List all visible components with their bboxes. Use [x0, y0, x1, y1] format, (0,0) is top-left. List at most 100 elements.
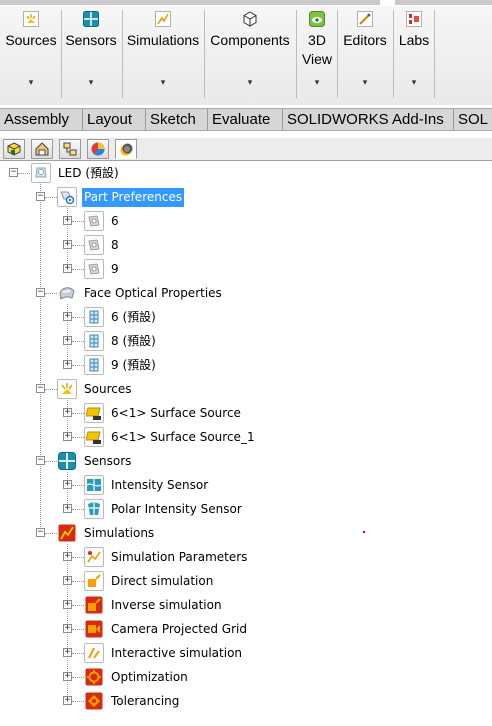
tree-root-label: LED (預設)	[58, 166, 119, 180]
expand-toggle[interactable]: +	[63, 600, 72, 609]
tab-sketch[interactable]: Sketch	[146, 109, 208, 130]
tree-item-label: 6 (預設)	[111, 310, 156, 324]
led-assembly-icon	[31, 163, 51, 183]
expand-toggle[interactable]: +	[63, 216, 72, 225]
ribbon-simulations-button[interactable]: Simulations ▾	[124, 6, 202, 101]
labs-dropdown-arrow[interactable]: ▾	[395, 78, 433, 88]
configuration-manager-tab[interactable]	[59, 139, 81, 159]
expand-toggle[interactable]: +	[63, 264, 72, 273]
tree-item-part-6[interactable]: + 6	[0, 211, 300, 231]
expand-toggle[interactable]: +	[63, 480, 72, 489]
editors-dropdown-arrow[interactable]: ▾	[339, 78, 391, 88]
tree-item-intensity-sensor[interactable]: + Intensity Sensor	[0, 475, 300, 495]
ribbon-labs-button[interactable]: Labs ▾	[395, 6, 433, 101]
tree-item-surface-source[interactable]: + 6<1> Surface Source	[0, 403, 300, 423]
tree-connector	[72, 437, 84, 438]
tree-root-led[interactable]: − LED (預設)	[0, 163, 300, 183]
collapse-toggle[interactable]: −	[36, 288, 45, 297]
expand-toggle[interactable]: +	[63, 576, 72, 585]
expand-toggle[interactable]: +	[63, 240, 72, 249]
tree-item-part-preferences[interactable]: − Part Preferences	[0, 187, 300, 207]
collapse-toggle[interactable]: −	[9, 168, 18, 177]
expand-toggle[interactable]: +	[63, 696, 72, 705]
speos-tree-tab[interactable]	[115, 139, 137, 159]
3d-view-dropdown-arrow[interactable]: ▾	[298, 78, 336, 88]
expand-toggle[interactable]: +	[63, 504, 72, 513]
ribbon-sensors-button[interactable]: Sensors ▾	[63, 6, 119, 101]
tree-connector	[72, 701, 84, 702]
tree-item-label: Intensity Sensor	[111, 478, 209, 492]
tree-item-label: 6	[111, 214, 119, 228]
tab-evaluate[interactable]: Evaluate	[208, 109, 283, 130]
ribbon-editors-button[interactable]: Editors ▾	[339, 6, 391, 101]
tree-item-optimization[interactable]: + Optimization	[0, 667, 300, 687]
tree-item-label: 9 (預設)	[111, 358, 156, 372]
part-icon	[84, 211, 104, 231]
feature-manager-tab[interactable]	[3, 139, 25, 159]
tree-connector	[45, 533, 57, 534]
tree-item-sources[interactable]: − Sources	[0, 379, 300, 399]
expand-toggle[interactable]: +	[63, 408, 72, 417]
tree-item-fop-9[interactable]: + 9 (預設)	[0, 355, 300, 375]
tree-item-simulation-parameters[interactable]: + Simulation Parameters	[0, 547, 300, 567]
tree-item-polar-intensity-sensor[interactable]: + Polar Intensity Sensor	[0, 499, 300, 519]
ribbon-components-button[interactable]: Components ▾	[206, 6, 294, 101]
tab-solidworks-add-ins[interactable]: SOLIDWORKS Add-Ins	[283, 109, 454, 130]
simulation-parameters-icon	[84, 547, 104, 567]
tree-item-label: Simulations	[84, 526, 155, 540]
tab-assembly[interactable]: Assembly	[0, 109, 83, 130]
tree-connector	[72, 269, 84, 270]
expand-toggle[interactable]: +	[63, 336, 72, 345]
tree-item-direct-simulation[interactable]: + Direct simulation	[0, 571, 300, 591]
interactive-simulation-icon	[84, 643, 104, 663]
appearance-manager-tab[interactable]	[87, 139, 109, 159]
tree-item-part-8[interactable]: + 8	[0, 235, 300, 255]
expand-toggle[interactable]: +	[63, 360, 72, 369]
command-manager-tabs: Assembly Layout Sketch Evaluate SOLIDWOR…	[0, 108, 492, 131]
expand-toggle[interactable]: +	[63, 648, 72, 657]
property-manager-tab[interactable]	[31, 139, 53, 159]
tab-layout[interactable]: Layout	[83, 109, 146, 130]
tree-item-sensors[interactable]: − Sensors	[0, 451, 300, 471]
ribbon-separator	[296, 10, 297, 98]
tree-item-label: 8 (預設)	[111, 334, 156, 348]
tab-solidworks-overflow[interactable]: SOL	[454, 109, 492, 130]
tree-connector	[45, 461, 57, 462]
sources-icon	[57, 379, 77, 399]
tree-item-simulations[interactable]: − Simulations	[0, 523, 300, 543]
tree-item-camera-projected-grid[interactable]: + Camera Projected Grid	[0, 619, 300, 639]
tree-connector	[72, 509, 84, 510]
speos-tree-icon	[120, 143, 133, 156]
tree-item-fop-8[interactable]: + 8 (預設)	[0, 331, 300, 351]
simulations-dropdown-arrow[interactable]: ▾	[124, 78, 202, 88]
expand-toggle[interactable]: +	[63, 432, 72, 441]
expand-toggle[interactable]: +	[63, 672, 72, 681]
collapse-toggle[interactable]: −	[36, 528, 45, 537]
tree-item-label: 8	[111, 238, 119, 252]
expand-toggle[interactable]: +	[63, 312, 72, 321]
collapse-toggle[interactable]: −	[36, 192, 45, 201]
ribbon-3d-view-button[interactable]: 3D View ▾	[298, 6, 336, 101]
optimization-icon	[84, 667, 104, 687]
tree-connector	[72, 317, 84, 318]
tree-item-fop-6[interactable]: + 6 (預設)	[0, 307, 300, 327]
tree-connector	[72, 413, 84, 414]
tree-item-interactive-simulation[interactable]: + Interactive simulation	[0, 643, 300, 663]
expand-toggle[interactable]: +	[63, 552, 72, 561]
tree-item-part-9[interactable]: + 9	[0, 259, 300, 279]
tree-item-face-optical-properties[interactable]: − Face Optical Properties	[0, 283, 300, 303]
collapse-toggle[interactable]: −	[36, 384, 45, 393]
collapse-toggle[interactable]: −	[36, 456, 45, 465]
appearance-manager-icon	[91, 142, 105, 156]
tree-item-surface-source-1[interactable]: + 6<1> Surface Source_1	[0, 427, 300, 447]
tree-connector	[72, 557, 84, 558]
ribbon-sources-button[interactable]: Sources ▾	[3, 6, 59, 101]
tree-item-tolerancing[interactable]: + Tolerancing	[0, 691, 300, 711]
ribbon-labs-label: Labs	[398, 32, 430, 48]
sources-dropdown-arrow[interactable]: ▾	[3, 78, 59, 88]
tree-item-inverse-simulation[interactable]: + Inverse simulation	[0, 595, 300, 615]
expand-toggle[interactable]: +	[63, 624, 72, 633]
sensors-dropdown-arrow[interactable]: ▾	[63, 78, 119, 88]
components-dropdown-arrow[interactable]: ▾	[206, 78, 294, 88]
tree-connector	[72, 677, 84, 678]
